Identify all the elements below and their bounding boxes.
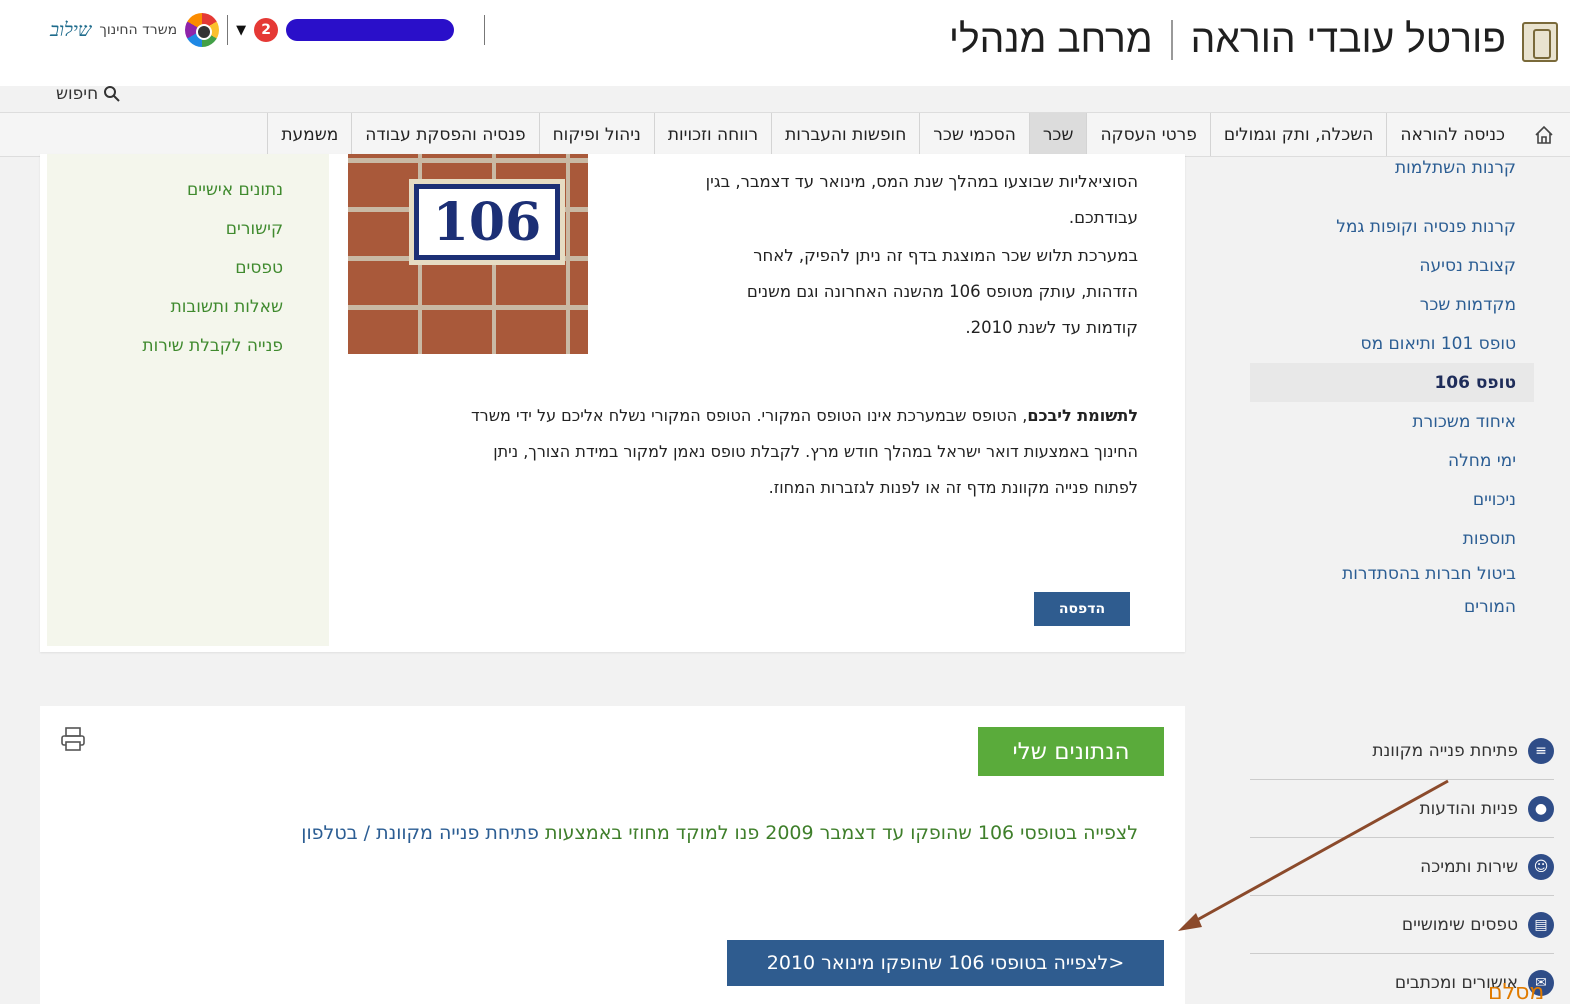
nav-item-discipline[interactable]: משמעת xyxy=(267,113,351,156)
personal-links-panel: נתונים אישיים קישורים טפסים שאלות ותשובו… xyxy=(47,154,329,646)
document-icon: ▤ xyxy=(1528,911,1554,938)
online-request-link[interactable]: פתיחת פנייה מקוונת xyxy=(376,822,539,844)
note-bold: לתשומת ליבכם xyxy=(1027,406,1138,425)
print-button[interactable]: הדפסה xyxy=(1034,592,1130,626)
my-data-title: הנתונים שלי xyxy=(978,727,1164,776)
chat-icon: ≡ xyxy=(1528,737,1554,764)
shiluv-logo[interactable]: שילוב xyxy=(50,19,91,42)
left-link-personal-data[interactable]: נתונים אישיים xyxy=(47,170,283,209)
sidebar-item-deductions[interactable]: ניכויים xyxy=(1250,480,1534,519)
quick-link-messages[interactable]: ● פניות והודעות xyxy=(1250,780,1554,838)
ministry-logo-icon[interactable] xyxy=(185,13,220,47)
sidebar-item-pension-funds[interactable]: קרנות פנסיה וקופות גמל xyxy=(1250,207,1534,246)
nav-item-vacations[interactable]: חופשות והעברות xyxy=(771,113,919,156)
portal-title-text: פורטל עובדי הוראה xyxy=(1190,18,1506,61)
attention-note: לתשומת ליבכם, הטופס שבמערכת אינו הטופס ה… xyxy=(470,406,1138,497)
sidebar-item-supplements[interactable]: תוספות xyxy=(1250,519,1534,558)
left-link-faq[interactable]: שאלות ותשובות xyxy=(47,287,283,326)
paragraph: במערכת תלוש שכר המוצגת בדף זה ניתן להפיק… xyxy=(746,246,1138,337)
quick-link-support[interactable]: ☺ שירות ותמיכה xyxy=(1250,838,1554,896)
space-title: מרחב מנהלי xyxy=(948,18,1153,61)
user-name-redacted[interactable] xyxy=(286,19,455,41)
home-icon xyxy=(1535,125,1553,144)
sidebar-item-union-cancel[interactable]: ביטול חברות בהסתדרות המורים xyxy=(1314,558,1534,624)
search-icon xyxy=(104,86,120,102)
state-emblem-icon xyxy=(1522,22,1558,62)
overflow-text: מסלם xyxy=(1488,980,1545,1004)
quick-link-label: פניות והודעות xyxy=(1419,798,1518,819)
quick-link-label: טפסים שימושיים xyxy=(1401,914,1518,935)
nav-item-salary-agreements[interactable]: הסכמי שכר xyxy=(919,113,1029,156)
sidebar-item-sick-days[interactable]: ימי מחלה xyxy=(1250,441,1534,480)
search-label: חיפוש xyxy=(56,84,99,104)
header-divider-2 xyxy=(484,15,486,45)
left-link-service-request[interactable]: פנייה לקבלת שירות xyxy=(47,326,283,365)
quick-link-label: פתיחת פנייה מקוונת xyxy=(1372,740,1518,761)
left-link-links[interactable]: קישורים xyxy=(47,209,283,248)
left-link-forms[interactable]: טפסים xyxy=(47,248,283,287)
view-forms-2010-button[interactable]: לצפייה בטופסי 106 שהופקו מינואר 2010> xyxy=(727,940,1164,986)
sidebar-item-salary-advances[interactable]: מקדמות שכר xyxy=(1250,285,1534,324)
nav-item-salary[interactable]: שכר xyxy=(1028,113,1087,156)
paragraph: הסוציאליות שבוצעו במהלך שנת המס, מינואר … xyxy=(705,172,1138,227)
user-icon: ● xyxy=(1528,795,1554,822)
sidebar-item-salary-merge[interactable]: איחוד משכורת xyxy=(1250,402,1534,441)
quick-link-label: שירות ותמיכה xyxy=(1420,856,1518,877)
quick-link-forms[interactable]: ▤ טפסים שימושיים xyxy=(1250,896,1554,954)
ministry-name: משרד החינוך xyxy=(99,22,178,38)
form-106-description: הסוציאליות שבוצעו במהלך שנת המס, מינואר … xyxy=(600,164,1138,348)
form-106-lead: לצפייה בטופסי 106 שהופקו עד דצמבר 2009 פ… xyxy=(301,822,1138,844)
house-number-plate: 106 xyxy=(414,184,560,260)
chevron-down-icon[interactable]: ▼ xyxy=(236,23,246,38)
title-divider xyxy=(1170,20,1173,60)
sidebar-item-travel-allowance[interactable]: קצובת נסיעה xyxy=(1250,246,1534,285)
header-divider xyxy=(227,15,229,45)
portal-title[interactable]: פורטל עובדי הוראה מרחב מנהלי xyxy=(949,12,1506,68)
salary-sidebar: קרנות השתלמות קרנות פנסיה וקופות גמל קצו… xyxy=(1250,150,1534,624)
sidebar-item-study-funds[interactable]: קרנות השתלמות xyxy=(1250,158,1534,182)
nav-item-welfare[interactable]: רווחה וזכויות xyxy=(653,113,771,156)
phone-link[interactable]: בטלפון xyxy=(301,822,357,844)
sidebar-item-form-101[interactable]: טופס 101 ותיאום מס xyxy=(1250,324,1534,363)
support-icon: ☺ xyxy=(1528,853,1554,880)
quick-link-online-request[interactable]: ≡ פתיחת פנייה מקוונת xyxy=(1250,722,1554,780)
nav-item-management[interactable]: ניהול ופיקוח xyxy=(538,113,654,156)
search-button[interactable]: חיפוש xyxy=(56,84,121,104)
notification-badge[interactable]: 2 xyxy=(254,18,279,42)
nav-item-employment[interactable]: פרטי העסקה xyxy=(1086,113,1209,156)
printer-icon[interactable] xyxy=(60,726,86,752)
quick-links: ≡ פתיחת פנייה מקוונת ● פניות והודעות ☺ ש… xyxy=(1250,722,1554,1004)
form-106-image: 106 xyxy=(348,154,588,354)
sidebar-item-form-106[interactable]: טופס 106 xyxy=(1250,363,1534,402)
ministry-bar: שילוב משרד החינוך ▼ 2 xyxy=(50,12,486,48)
nav-item-pension[interactable]: פנסיה והפסקת עבודה xyxy=(351,113,538,156)
